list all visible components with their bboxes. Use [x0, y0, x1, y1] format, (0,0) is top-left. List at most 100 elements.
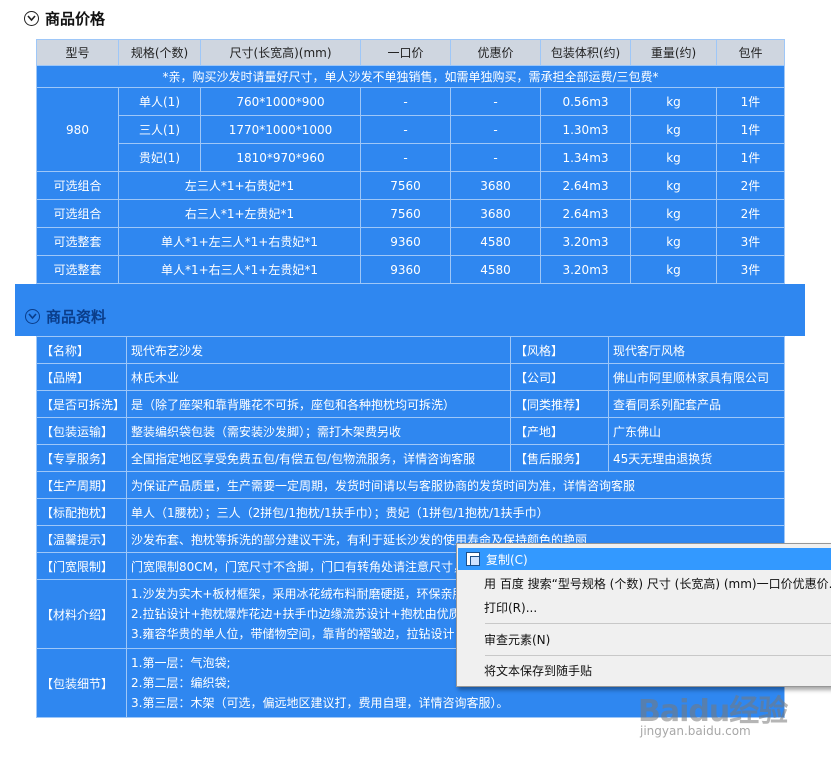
pieces-cell: 1件: [716, 87, 785, 116]
info-value: 现代客厅风格: [608, 336, 785, 364]
info-key: 【产地】: [510, 417, 609, 445]
weight-cell: kg: [630, 255, 717, 284]
volume-cell: 1.30m3: [540, 115, 631, 144]
info-value: 佛山市阿里顺林家具有限公司: [608, 363, 785, 391]
col-header-discount: 优惠价: [450, 39, 541, 66]
info-section-band: 商品资料: [15, 284, 805, 336]
info-section-header[interactable]: 商品资料: [25, 304, 106, 328]
chevron-down-icon[interactable]: [24, 10, 39, 26]
info-key: 【名称】: [36, 336, 127, 364]
table-row: 可选组合 右三人*1+左贵妃*1 7560 3680 2.64m3 kg 2件: [36, 199, 785, 228]
info-key: 【门宽限制】: [36, 552, 127, 580]
table-row: 【生产周期】 为保证产品质量，生产需要一定周期，发货时间请以与客服协商的发货时间…: [36, 471, 785, 499]
size-cell: 1810*970*960: [200, 143, 361, 172]
baidu-jingyan-watermark: Baidu经验 jingyan.baidu.com: [638, 686, 788, 746]
table-row: 【标配抱枕】 单人（1腰枕）；三人（2拼包/1抱枕/1扶手巾）；贵妃（1拼包/1…: [36, 498, 785, 526]
volume-cell: 3.20m3: [540, 255, 631, 284]
discount-cell: 4580: [450, 227, 541, 256]
volume-cell: 2.64m3: [540, 199, 631, 228]
table-row: 【包装运输】 整装编织袋包装（需安装沙发脚）；需打木架费另收 【产地】 广东佛山: [36, 417, 785, 445]
discount-cell: 3680: [450, 199, 541, 228]
combo-desc-cell: 左三人*1+右贵妃*1: [118, 171, 361, 200]
info-value: 全国指定地区享受免费五包/有偿五包/包物流服务，详情咨询客服: [126, 444, 511, 472]
price-cell: 9360: [360, 255, 451, 284]
table-row: 三人(1) 1770*1000*1000 - - 1.30m3 kg 1件: [37, 115, 785, 144]
price-table: 型号 规格(个数) 尺寸(长宽高)(mm) 一口价 优惠价 包装体积(约) 重量…: [36, 39, 785, 284]
col-header-volume: 包装体积(约): [540, 39, 631, 66]
col-header-weight: 重量(约): [630, 39, 717, 66]
info-key: 【包装运输】: [36, 417, 127, 445]
weight-cell: kg: [630, 87, 717, 116]
combo-type-cell: 可选组合: [36, 199, 119, 228]
menu-item-label: 审查元素(N): [484, 632, 551, 647]
table-header-row: 型号 规格(个数) 尺寸(长宽高)(mm) 一口价 优惠价 包装体积(约) 重量…: [36, 39, 785, 66]
info-key: 【标配抱枕】: [36, 498, 127, 526]
info-value: 查看同系列配套产品: [608, 390, 785, 418]
spec-cell: 贵妃(1): [118, 143, 201, 172]
spec-cell: 三人(1): [118, 115, 201, 144]
menu-separator: [485, 623, 831, 624]
info-key: 【风格】: [510, 336, 609, 364]
menu-item-save-note[interactable]: 将文本保存到随手贴: [458, 659, 831, 681]
pieces-cell: 3件: [716, 255, 785, 284]
price-section-title: 商品价格: [45, 9, 106, 28]
info-key: 【专享服务】: [36, 444, 127, 472]
volume-cell: 3.20m3: [540, 227, 631, 256]
volume-cell: 2.64m3: [540, 171, 631, 200]
watermark-url: jingyan.baidu.com: [640, 724, 751, 738]
price-section-header[interactable]: 商品价格: [24, 6, 105, 30]
menu-item-label: 复制(C): [486, 552, 528, 567]
discount-cell: 4580: [450, 255, 541, 284]
weight-cell: kg: [630, 199, 717, 228]
table-row: 980 单人(1) 760*1000*900 - - 0.56m3 kg 1件: [36, 87, 785, 172]
table-row: 【是否可拆洗】 是（除了座架和靠背雕花不可拆，座包和各种抱枕均可拆洗） 【同类推…: [36, 390, 785, 418]
table-row: 可选组合 左三人*1+右贵妃*1 7560 3680 2.64m3 kg 2件: [36, 171, 785, 200]
col-header-price: 一口价: [360, 39, 451, 66]
info-key: 【生产周期】: [36, 471, 127, 499]
info-value: 林氏木业: [126, 363, 511, 391]
pieces-cell: 2件: [716, 171, 785, 200]
col-header-spec: 规格(个数): [118, 39, 201, 66]
info-value: 广东佛山: [608, 417, 785, 445]
info-value: 是（除了座架和靠背雕花不可拆，座包和各种抱枕均可拆洗）: [126, 390, 511, 418]
model-cell: 980: [36, 87, 119, 172]
menu-item-inspect[interactable]: 审查元素(N): [458, 628, 831, 650]
col-header-model: 型号: [36, 39, 119, 66]
table-row: 【品牌】 林氏木业 【公司】 佛山市阿里顺林家具有限公司: [36, 363, 785, 391]
col-header-pieces: 包件: [716, 39, 785, 66]
table-row: 可选整套 单人*1+右三人*1+左贵妃*1 9360 4580 3.20m3 k…: [36, 255, 785, 284]
price-cell: -: [360, 143, 451, 172]
combo-type-cell: 可选组合: [36, 171, 119, 200]
info-value: 45天无理由退换货: [608, 444, 785, 472]
menu-item-baidu-search[interactable]: 用 百度 搜索“型号规格 (个数) 尺寸 (长宽高) (mm)一口价优惠价...: [458, 572, 831, 594]
info-key: 【包装细节】: [36, 648, 127, 718]
menu-item-copy[interactable]: 复制(C): [458, 548, 831, 570]
info-value: 单人（1腰枕）；三人（2拼包/1抱枕/1扶手巾）；贵妃（1拼包/1抱枕/1扶手巾…: [126, 498, 785, 526]
menu-item-print[interactable]: 打印(R)...: [458, 596, 831, 618]
pieces-cell: 1件: [716, 115, 785, 144]
price-cell: -: [360, 115, 451, 144]
price-cell: 9360: [360, 227, 451, 256]
context-menu: 复制(C) 用 百度 搜索“型号规格 (个数) 尺寸 (长宽高) (mm)一口价…: [456, 543, 831, 687]
info-key: 【售后服务】: [510, 444, 609, 472]
info-value: 整装编织袋包装（需安装沙发脚）；需打木架费另收: [126, 417, 511, 445]
info-value: 现代布艺沙发: [126, 336, 511, 364]
chevron-down-icon[interactable]: [25, 308, 40, 324]
menu-item-label: 将文本保存到随手贴: [484, 663, 593, 678]
weight-cell: kg: [630, 143, 717, 172]
combo-desc-cell: 单人*1+右三人*1+左贵妃*1: [118, 255, 361, 284]
info-key: 【公司】: [510, 363, 609, 391]
purchase-note: *亲，购买沙发时请量好尺寸，单人沙发不单独销售，如需单独购买，需承担全部运费/三…: [36, 65, 785, 88]
volume-cell: 0.56m3: [540, 87, 631, 116]
info-key: 【是否可拆洗】: [36, 390, 127, 418]
menu-separator: [485, 655, 831, 656]
price-cell: 7560: [360, 171, 451, 200]
info-section-title: 商品资料: [46, 307, 107, 326]
combo-desc-cell: 单人*1+左三人*1+右贵妃*1: [118, 227, 361, 256]
pieces-cell: 2件: [716, 199, 785, 228]
combo-desc-cell: 右三人*1+左贵妃*1: [118, 199, 361, 228]
note-row: *亲，购买沙发时请量好尺寸，单人沙发不单独销售，如需单独购买，需承担全部运费/三…: [36, 65, 785, 88]
combo-type-cell: 可选整套: [36, 255, 119, 284]
menu-item-label: 用 百度 搜索“型号规格 (个数) 尺寸 (长宽高) (mm)一口价优惠价...: [484, 576, 831, 591]
combo-type-cell: 可选整套: [36, 227, 119, 256]
